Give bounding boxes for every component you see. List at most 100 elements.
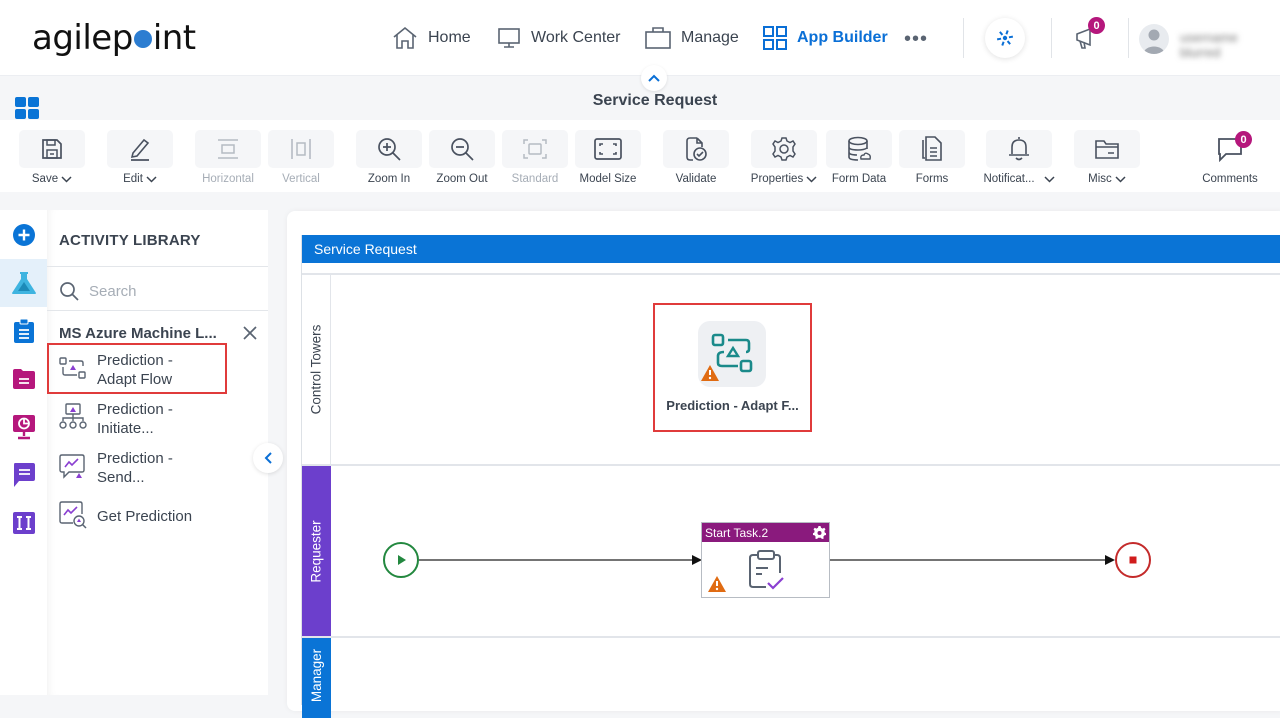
- comments-badge: 0: [1235, 131, 1252, 148]
- standard-size-button[interactable]: Standard: [501, 130, 569, 185]
- save-icon: [41, 138, 63, 160]
- zoom-out-button[interactable]: Zoom Out: [428, 130, 496, 185]
- comments-button[interactable]: 0 Comments: [1196, 130, 1264, 185]
- end-event[interactable]: [1114, 541, 1152, 579]
- start-event[interactable]: [382, 541, 420, 579]
- rail-clipboard[interactable]: [0, 307, 47, 355]
- zoom-in-button[interactable]: Zoom In: [355, 130, 423, 185]
- close-category-button[interactable]: [243, 326, 257, 340]
- task-clipboard-icon: [746, 549, 786, 591]
- left-rail: [0, 210, 47, 695]
- monitor-icon: [497, 26, 521, 50]
- forms-button[interactable]: Forms: [898, 130, 966, 185]
- activity-label: Prediction - Adapt F...: [666, 398, 799, 413]
- chevron-up-icon: [648, 74, 660, 82]
- nav-divider: [1128, 18, 1129, 58]
- nav-divider: [1051, 18, 1052, 58]
- chevron-down-icon: [146, 175, 157, 183]
- announcements-button[interactable]: 0: [1074, 17, 1105, 50]
- send-prediction-icon: [59, 452, 87, 482]
- add-circle-icon: [12, 223, 36, 247]
- chat-icon: [12, 462, 36, 488]
- bell-icon: [1007, 136, 1031, 162]
- pool-header[interactable]: Service Request: [302, 235, 1280, 263]
- agilepoint-logo[interactable]: agilep int: [32, 18, 196, 58]
- lane-label[interactable]: Control Towers: [302, 275, 331, 464]
- activity-library-panel: ACTIVITY LIBRARY MS Azure Machine L... P…: [47, 210, 268, 695]
- task-start-task-2[interactable]: Start Task.2: [701, 522, 830, 598]
- notifications-button[interactable]: Notificat...: [983, 130, 1055, 185]
- library-title: ACTIVITY LIBRARY: [59, 232, 201, 249]
- monitor-chart-icon: [12, 414, 36, 440]
- user-name[interactable]: username blurred: [1180, 30, 1280, 60]
- edit-button[interactable]: Edit: [106, 130, 174, 185]
- rail-documents[interactable]: [0, 355, 47, 403]
- logo-dot: [133, 30, 152, 48]
- library-item-prediction-send[interactable]: Prediction - Send...: [47, 444, 268, 490]
- top-navigation: agilep int Home Work Center Manage App Bu…: [0, 0, 1280, 76]
- briefcase-icon: [645, 26, 671, 50]
- chevron-down-icon: [806, 175, 817, 183]
- rail-integration[interactable]: [0, 499, 47, 547]
- announcements-badge: 0: [1088, 17, 1105, 34]
- horizontal-layout-button[interactable]: Horizontal: [194, 130, 262, 185]
- forms-icon: [921, 136, 943, 162]
- rail-messages[interactable]: [0, 451, 47, 499]
- library-category-title: MS Azure Machine L...: [59, 325, 217, 342]
- divider: [47, 310, 268, 311]
- user-avatar[interactable]: [1139, 24, 1169, 54]
- rail-add[interactable]: [0, 211, 47, 259]
- nav-app-builder[interactable]: App Builder: [763, 24, 888, 52]
- nav-home[interactable]: Home: [392, 24, 471, 52]
- more-menu-button[interactable]: •••: [904, 28, 928, 51]
- standard-icon: [522, 138, 548, 160]
- ai-assistant-button[interactable]: [985, 18, 1025, 58]
- pinwheel-icon: [995, 28, 1015, 48]
- zoom-in-icon: [376, 136, 402, 162]
- warning-icon: [708, 576, 726, 592]
- zoom-out-icon: [449, 136, 475, 162]
- get-prediction-icon: [59, 500, 87, 530]
- chevron-down-icon: [61, 175, 72, 183]
- activity-prediction-adapt-flow[interactable]: Prediction - Adapt F...: [653, 303, 812, 432]
- validate-button[interactable]: Validate: [662, 130, 730, 185]
- misc-button[interactable]: Misc: [1073, 130, 1141, 185]
- folder-icon: [1094, 138, 1120, 160]
- adapt-flow-shape-icon: [698, 321, 766, 387]
- nav-work-center[interactable]: Work Center: [497, 24, 621, 52]
- properties-button[interactable]: Properties: [750, 130, 818, 185]
- nav-manage[interactable]: Manage: [645, 24, 739, 52]
- vertical-layout-button[interactable]: Vertical: [267, 130, 335, 185]
- document-folder-icon: [12, 368, 36, 390]
- divider: [47, 266, 268, 267]
- search-icon: [59, 281, 79, 301]
- chevron-down-icon: [1115, 175, 1126, 183]
- page-title: Service Request: [592, 92, 718, 109]
- integration-icon: [12, 511, 36, 535]
- rail-dashboard[interactable]: [0, 403, 47, 451]
- task-settings-gear-icon[interactable]: [813, 526, 826, 539]
- lane-label[interactable]: Requester: [302, 466, 331, 636]
- flask-icon: [11, 271, 37, 295]
- lane-label[interactable]: Manager: [302, 638, 331, 718]
- grid-icon: [763, 26, 787, 50]
- gear-icon: [771, 136, 797, 162]
- vertical-icon: [290, 137, 312, 161]
- library-item-get-prediction[interactable]: Get Prediction: [47, 500, 268, 546]
- form-data-button[interactable]: Form Data: [825, 130, 893, 185]
- validate-icon: [684, 136, 708, 162]
- save-button[interactable]: Save: [18, 130, 86, 185]
- edit-icon: [129, 137, 151, 161]
- chevron-down-icon: [1044, 175, 1055, 183]
- library-search: [59, 280, 259, 302]
- collapse-header-button[interactable]: [641, 65, 667, 91]
- library-search-input[interactable]: [89, 282, 249, 300]
- swimlane-manager[interactable]: Manager: [302, 638, 1280, 718]
- clipboard-icon: [13, 318, 35, 344]
- database-icon: [847, 136, 871, 162]
- library-item-prediction-initiate[interactable]: Prediction - Initiate...: [47, 395, 268, 441]
- home-icon: [392, 26, 418, 50]
- model-size-button[interactable]: Model Size: [574, 130, 642, 185]
- rail-activity-library[interactable]: [0, 259, 47, 307]
- collapse-library-button[interactable]: [253, 443, 283, 473]
